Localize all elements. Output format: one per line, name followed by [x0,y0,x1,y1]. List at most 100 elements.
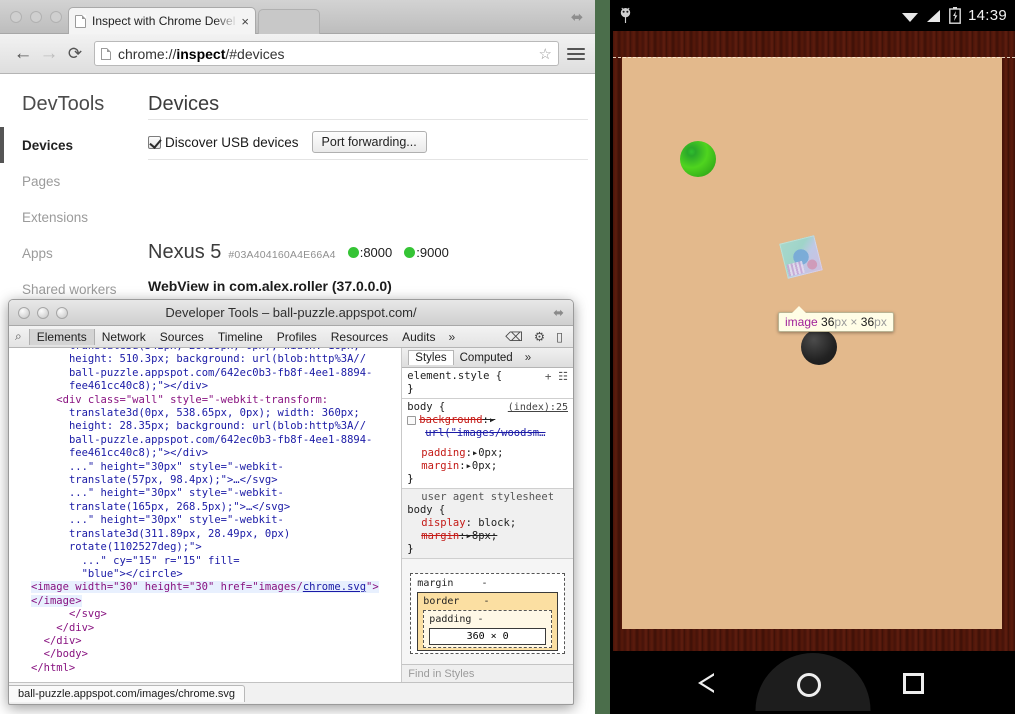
element-state-icon[interactable]: ☷ [558,370,568,383]
dom-line: "blue"></circle> [31,568,183,580]
tooltip-times: × [850,315,857,329]
tooltip-tag-name: image [785,315,818,329]
dom-resource-link[interactable]: chrome.svg [303,581,366,593]
search-icon[interactable]: ⌕ [15,329,22,344]
port-status-dot-icon [404,247,415,258]
console-drawer-icon[interactable]: ⌫ [505,329,523,344]
css-declaration-padding[interactable]: padding:▸0px; [407,447,568,460]
url-host: inspect [176,46,225,62]
recents-square-icon[interactable] [903,673,924,694]
css-value: block; [478,517,516,529]
dom-line: <div class="wall" style="-webkit-transfo… [31,394,328,406]
css-rule-element-style[interactable]: element.style { + ☷ } [402,368,573,399]
sidebar-item-pages[interactable]: Pages [0,163,140,199]
devtools-toolbar-actions: ⌫ ⚙ ▯ [505,329,567,344]
css-declaration-margin[interactable]: margin:▸0px; [407,460,568,473]
css-origin-link[interactable]: (index):25 [508,401,568,414]
status-bar-icons: 14:39 [901,7,1007,24]
address-bar[interactable]: chrome://inspect/#devices ☆ [94,41,559,66]
tab-audits[interactable]: Audits [395,329,442,345]
new-tab-button[interactable] [258,9,320,34]
devtools-minimize-button[interactable] [37,307,49,319]
dom-selected-node[interactable]: <image width="30" height="30" href="imag… [31,581,379,606]
spacer [407,440,568,447]
declaration-toggle-checkbox[interactable] [407,416,416,425]
maximize-icon[interactable]: ⬌ [569,10,585,26]
add-rule-icon[interactable]: + [545,370,552,383]
css-declaration-display[interactable]: display: block; [407,517,568,530]
user-agent-stylesheet-note: user agent stylesheet [407,491,568,504]
css-declaration-background[interactable]: background:▸ url("images/woodsm… [407,414,568,440]
devtools-fullscreen-icon[interactable]: ⬌ [553,305,564,321]
device-serial: #03A404160A4E66A4 [228,249,335,261]
minimize-window-button[interactable] [30,11,42,23]
tab-styles[interactable]: Styles [408,350,453,365]
box-model-diagram[interactable]: margin - border - padding - 360 × 0 [410,573,565,654]
devtools-close-button[interactable] [18,307,30,319]
tab-timeline[interactable]: Timeline [211,329,270,345]
chrome-menu-icon[interactable] [567,48,585,60]
css-property: margin [421,530,459,542]
box-model-content-box[interactable]: 360 × 0 [429,628,546,645]
android-status-bar: 14:39 [610,0,1015,31]
page-title: Devices [148,93,219,116]
home-circle-icon[interactable] [797,673,821,697]
dom-line: translate(57px, 98.4px);">…</svg> [31,474,278,486]
dom-line: translate3d(311.89px, 28.49px, 0px) [31,528,290,540]
close-tab-icon[interactable]: × [241,15,249,28]
more-tabs-icon[interactable]: » [442,330,461,344]
tab-network[interactable]: Network [95,329,153,345]
devtools-brand: DevTools [22,93,104,116]
devtools-zoom-button[interactable] [56,307,68,319]
dom-line: fee461cc40c8);"></div> [31,447,208,459]
gear-icon[interactable]: ⚙ [534,329,545,344]
reload-button[interactable]: ⟳ [62,44,88,64]
divider-top [148,119,588,120]
back-button[interactable]: ← [10,43,36,65]
dom-tree-pane[interactable]: translate3d(342px, 28.35px, 0px); width:… [9,348,402,682]
css-value: 8px; [472,530,497,542]
dom-line: translate3d(342px, 28.35px, 0px); width:… [31,348,360,352]
port-badge-8000: :8000 [348,245,393,260]
zoom-window-button[interactable] [50,11,62,23]
url-scheme: chrome:// [118,46,176,62]
sidebar-item-devices[interactable]: Devices [0,127,140,163]
port-forwarding-button[interactable]: Port forwarding... [312,131,427,153]
devtools-status-bar: ball-puzzle.appspot.com/images/chrome.sv… [9,682,573,703]
bookmark-star-icon[interactable]: ☆ [539,45,552,63]
tab-elements[interactable]: Elements [29,329,95,345]
devtools-traffic-lights[interactable] [18,307,68,319]
dom-line: rotate(1102527deg);"> [31,541,202,553]
back-triangle-inner [702,675,715,691]
device-mode-icon[interactable]: ▯ [556,329,563,344]
forward-button[interactable]: → [36,43,62,65]
screen-root: Inspect with Chrome Devel × ⬌ ← → ⟳ chro… [0,0,1015,714]
css-declaration-margin-ua[interactable]: margin:▸8px; [407,530,568,543]
styles-rule-actions[interactable]: + ☷ [545,370,568,383]
box-model-margin-value[interactable]: - [481,578,487,589]
browser-tab-inspect[interactable]: Inspect with Chrome Devel × [68,7,256,34]
webview-section-title: WebView in com.alex.roller (37.0.0.0) [148,278,392,294]
css-rule-user-agent[interactable]: user agent stylesheet body { display: bl… [402,489,573,559]
box-model-border-value[interactable]: - [483,596,489,607]
window-traffic-lights[interactable] [10,11,62,23]
discover-usb-checkbox[interactable] [148,136,161,149]
dark-ball[interactable] [801,329,837,365]
sidebar-item-apps[interactable]: Apps [0,235,140,271]
css-rule-body-index[interactable]: body { (index):25 background:▸ url("imag… [402,399,573,489]
styles-pane-tabs: Styles Computed » [402,348,573,368]
styles-more-icon[interactable]: » [525,352,531,364]
tab-profiles[interactable]: Profiles [270,329,324,345]
dom-line: ..." cy="15" r="15" fill= [31,555,240,567]
tab-resources[interactable]: Resources [324,329,395,345]
find-in-styles-input[interactable]: Find in Styles [402,664,573,682]
css-close-brace: } [407,473,568,486]
box-model-padding-value[interactable]: - [477,614,483,625]
sidebar-item-extensions[interactable]: Extensions [0,199,140,235]
close-window-button[interactable] [10,11,22,23]
status-bar-url: ball-puzzle.appspot.com/images/chrome.sv… [9,685,245,702]
green-ball[interactable] [680,141,716,177]
css-colon: :▸ [459,460,472,472]
tab-computed[interactable]: Computed [454,351,519,365]
tab-sources[interactable]: Sources [153,329,211,345]
